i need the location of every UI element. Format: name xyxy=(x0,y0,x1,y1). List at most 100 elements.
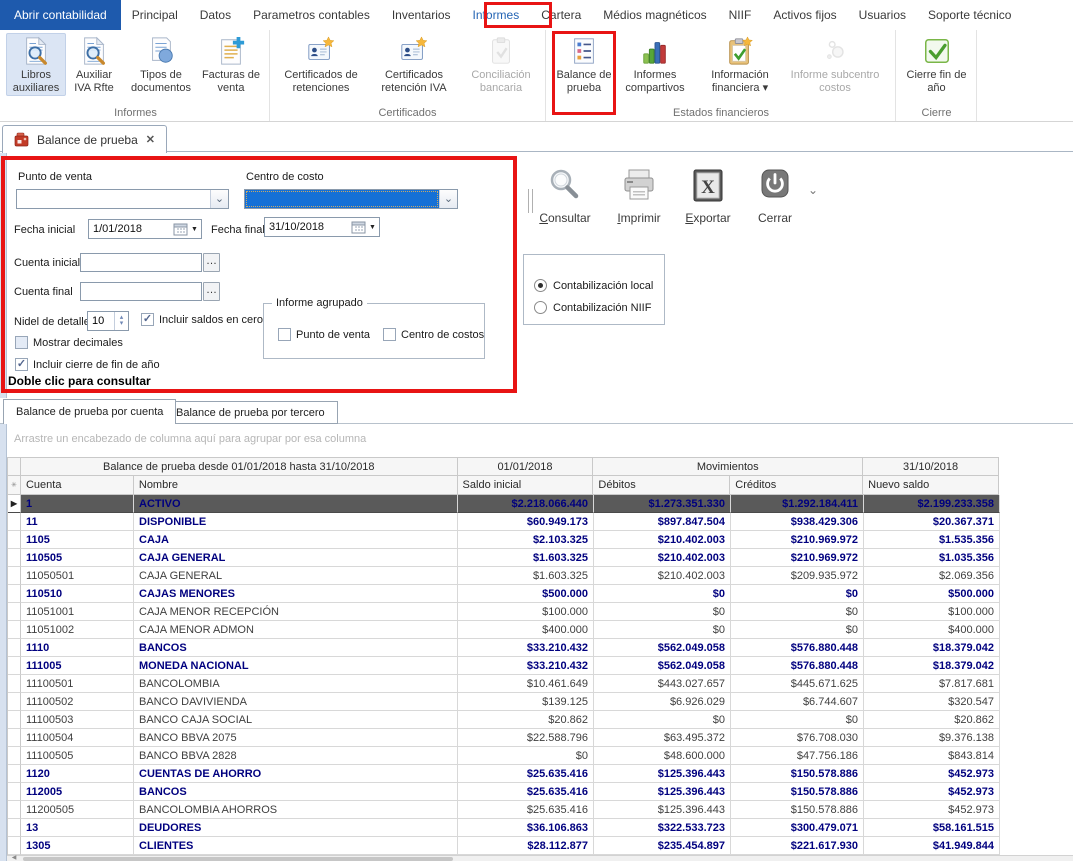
contabilizacion-niif-radio[interactable]: Contabilización NIIF xyxy=(534,301,651,314)
incluir-cierre-checkbox[interactable]: ✓ Incluir cierre de fin de año xyxy=(15,358,160,371)
cuenta-inicial-browse-button[interactable]: … xyxy=(203,253,220,272)
groupbox-title: Informe agrupado xyxy=(272,297,367,309)
table-row[interactable]: 1305 CLIENTES $28.112.877 $235.454.897 $… xyxy=(8,837,1000,855)
header-saldo-inicial[interactable]: Saldo inicial xyxy=(458,476,594,495)
table-row[interactable]: 11100505 BANCO BBVA 2828 $0 $48.600.000 … xyxy=(8,747,1000,765)
informes-compartivos-button[interactable]: Informes compartivos xyxy=(614,33,696,96)
cell-nuevo-saldo: $2.199.233.358 xyxy=(864,495,1000,513)
table-row[interactable]: 11051001 CAJA MENOR RECEPCIÓN $100.000 $… xyxy=(8,603,1000,621)
scroll-left-icon[interactable]: ◀ xyxy=(8,856,20,861)
table-row[interactable]: 11100504 BANCO BBVA 2075 $22.588.796 $63… xyxy=(8,729,1000,747)
menu-item[interactable]: Datos xyxy=(189,0,242,30)
libros-auxiliares-button[interactable]: Libros auxiliares xyxy=(6,33,66,96)
cell-saldo-inicial: $10.461.649 xyxy=(458,675,594,693)
punto-de-venta-combobox[interactable]: ⌄ xyxy=(16,189,229,209)
table-row[interactable]: ▶ 1 ACTIVO $2.218.066.440 $1.273.351.330… xyxy=(8,495,1000,513)
table-row[interactable]: 112005 BANCOS $25.635.416 $125.396.443 $… xyxy=(8,783,1000,801)
menu-item[interactable]: Usuarios xyxy=(848,0,917,30)
cuenta-final-field[interactable] xyxy=(80,282,202,301)
scrollbar-thumb[interactable] xyxy=(23,857,453,861)
close-tab-icon[interactable]: ✕ xyxy=(146,133,155,146)
cerrar-button[interactable]: Cerrar xyxy=(750,166,800,225)
date-dropdown-icon[interactable]: ▼ xyxy=(188,226,201,233)
table-row[interactable]: 13 DEUDORES $36.106.863 $322.533.723 $30… xyxy=(8,819,1000,837)
tipos-de-documentos-button[interactable]: Tipos de documentos xyxy=(122,33,200,96)
table-row[interactable]: 110510 CAJAS MENORES $500.000 $0 $0 $500… xyxy=(8,585,1000,603)
tab-balance-por-cuenta[interactable]: Balance de prueba por cuenta xyxy=(3,399,176,424)
cell-creditos: $0 xyxy=(731,621,864,639)
menu-item[interactable]: Principal xyxy=(121,0,189,30)
contabilizacion-local-radio[interactable]: Contabilización local xyxy=(534,279,653,292)
table-row[interactable]: 11 DISPONIBLE $60.949.173 $897.847.504 $… xyxy=(8,513,1000,531)
band-movimientos[interactable]: Movimientos xyxy=(593,457,863,476)
cell-nombre: BANCOLOMBIA xyxy=(134,675,458,693)
menu-item[interactable]: Abrir contabilidad xyxy=(0,0,121,30)
menu-item[interactable]: Activos fijos xyxy=(762,0,847,30)
menu-item[interactable]: Cartera xyxy=(530,0,592,30)
fecha-inicial-datepicker[interactable]: 1/01/2018 ▼ xyxy=(88,219,202,239)
band-title[interactable]: Balance de prueba desde 01/01/2018 hasta… xyxy=(21,457,458,476)
cell-nombre: BANCO DAVIVIENDA xyxy=(134,693,458,711)
cell-cuenta: 110510 xyxy=(21,585,134,603)
date-dropdown-icon[interactable]: ▼ xyxy=(366,224,379,231)
agrupar-centro-de-costos-checkbox[interactable]: Centro de costos xyxy=(383,328,484,341)
centro-de-costo-combobox[interactable]: ⌄ xyxy=(244,189,458,209)
table-row[interactable]: 11100503 BANCO CAJA SOCIAL $20.862 $0 $0… xyxy=(8,711,1000,729)
table-row[interactable]: 1110 BANCOS $33.210.432 $562.049.058 $57… xyxy=(8,639,1000,657)
chevron-down-icon[interactable]: ⌄ xyxy=(210,190,228,208)
exportar-button[interactable]: X Exportar xyxy=(680,166,736,225)
table-row[interactable]: 11100501 BANCOLOMBIA $10.461.649 $443.02… xyxy=(8,675,1000,693)
certificados-de-retenciones-button[interactable]: Certificados de retenciones xyxy=(274,33,368,96)
certificados-retencion-iva-button[interactable]: Certificados retención IVA xyxy=(368,33,460,96)
header-nombre[interactable]: Nombre xyxy=(134,476,458,495)
consultar-button[interactable]: Consultar xyxy=(536,166,594,225)
group-by-panel[interactable]: Arrastre un encabezado de columna aquí p… xyxy=(7,424,1073,457)
header-cuenta[interactable]: Cuenta xyxy=(21,476,134,495)
spin-down-icon[interactable]: ▾ xyxy=(120,321,124,327)
table-row[interactable]: 110505 CAJA GENERAL $1.603.325 $210.402.… xyxy=(8,549,1000,567)
table-row[interactable]: 111005 MONEDA NACIONAL $33.210.432 $562.… xyxy=(8,657,1000,675)
menu-item[interactable]: Médios magnéticos xyxy=(592,0,717,30)
menu-item[interactable]: Informes xyxy=(462,0,531,30)
tab-balance-de-prueba[interactable]: Balance de prueba ✕ xyxy=(2,125,167,153)
facturas-de-venta-button[interactable]: Facturas de venta xyxy=(200,33,262,96)
chevron-down-icon[interactable]: ⌄ xyxy=(439,190,457,208)
table-row[interactable]: 11051002 CAJA MENOR ADMON $400.000 $0 $0… xyxy=(8,621,1000,639)
cuenta-final-browse-button[interactable]: … xyxy=(203,282,220,301)
tab-balance-por-tercero[interactable]: Balance de prueba por tercero xyxy=(163,401,338,424)
ribbon-button-label: Facturas de venta xyxy=(201,69,261,95)
header-nuevo-saldo[interactable]: Nuevo saldo xyxy=(863,476,999,495)
nivel-detalle-stepper[interactable]: 10 ▴▾ xyxy=(87,311,129,331)
informacion-financiera-button[interactable]: Información financiera ▾ xyxy=(696,33,784,96)
agrupar-punto-de-venta-checkbox[interactable]: Punto de venta xyxy=(278,328,370,341)
horizontal-scrollbar[interactable]: ◀ xyxy=(7,855,1073,861)
toolbar-chevron-down-icon[interactable]: ⌄ xyxy=(808,183,818,197)
header-creditos[interactable]: Créditos xyxy=(730,476,863,495)
menu-item[interactable]: Soporte técnico xyxy=(917,0,1022,30)
mostrar-decimales-checkbox[interactable]: Mostrar decimales xyxy=(15,336,123,349)
table-row[interactable]: 11050501 CAJA GENERAL $1.603.325 $210.40… xyxy=(8,567,1000,585)
table-row[interactable]: 11100502 BANCO DAVIVIENDA $139.125 $6.92… xyxy=(8,693,1000,711)
cell-debitos: $210.402.003 xyxy=(594,567,731,585)
menu-item[interactable]: NIIF xyxy=(718,0,763,30)
band-initial-date[interactable]: 01/01/2018 xyxy=(458,457,594,476)
row-indicator xyxy=(8,837,21,855)
fecha-final-datepicker[interactable]: 31/10/2018 ▼ xyxy=(264,217,380,237)
menu-item[interactable]: Inventarios xyxy=(381,0,462,30)
table-row[interactable]: 11200505 BANCOLOMBIA AHORROS $25.635.416… xyxy=(8,801,1000,819)
imprimir-button[interactable]: Imprimir xyxy=(612,166,666,225)
conciliacion-bancaria-button: Conciliación bancaria xyxy=(460,33,542,96)
cierre-fin-de-ano-button[interactable]: Cierre fin de año xyxy=(905,33,969,96)
cuenta-inicial-field[interactable] xyxy=(80,253,202,272)
cell-nuevo-saldo: $18.379.042 xyxy=(864,639,1000,657)
balance-de-prueba-button[interactable]: Balance de prueba xyxy=(554,33,614,96)
splitter-handle[interactable] xyxy=(528,189,533,213)
cell-nombre: CAJA MENOR ADMON xyxy=(134,621,458,639)
header-debitos[interactable]: Débitos xyxy=(593,476,730,495)
band-final-date[interactable]: 31/10/2018 xyxy=(863,457,999,476)
table-row[interactable]: 1120 CUENTAS DE AHORRO $25.635.416 $125.… xyxy=(8,765,1000,783)
menu-item[interactable]: Parametros contables xyxy=(242,0,381,30)
incluir-saldos-en-cero-checkbox[interactable]: ✓ Incluir saldos en cero xyxy=(141,313,263,326)
table-row[interactable]: 1105 CAJA $2.103.325 $210.402.003 $210.9… xyxy=(8,531,1000,549)
auxiliar-iva-rfte-button[interactable]: Auxiliar IVA Rfte xyxy=(66,33,122,96)
